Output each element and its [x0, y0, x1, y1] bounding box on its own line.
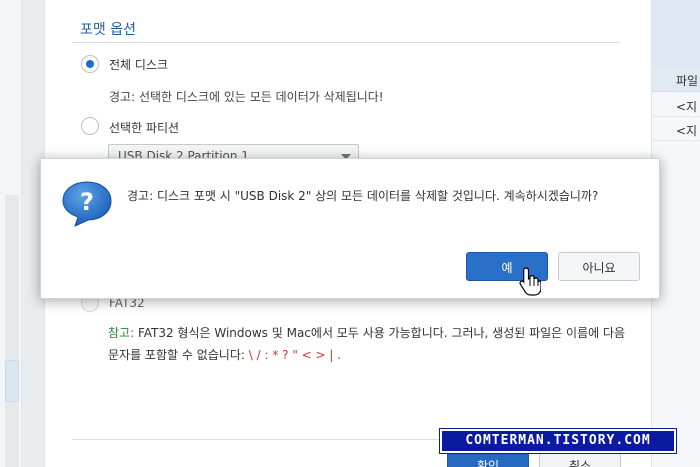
hand-cursor-icon: [519, 267, 541, 296]
forbidden-characters: \ / : * ? " < > | .: [248, 348, 342, 362]
svg-text:?: ?: [80, 188, 94, 216]
no-button[interactable]: 아니요: [558, 252, 640, 281]
full-disk-label[interactable]: 전체 디스크: [109, 56, 168, 73]
dialog-message: 경고: 디스크 포맷 시 "USB Disk 2" 상의 모든 데이터를 삭제할…: [127, 189, 599, 203]
full-disk-radio[interactable]: [81, 55, 99, 73]
question-icon: ?: [62, 181, 112, 227]
left-sidebar: [0, 0, 22, 467]
section-divider: [72, 42, 620, 43]
file-list-row[interactable]: <지: [652, 93, 700, 117]
file-list-row[interactable]: <지: [652, 117, 700, 141]
fat32-note: 참고: FAT32 형식은 Windows 및 Mac에서 모두 사용 가능합니…: [108, 322, 628, 366]
note-label: 참고:: [108, 326, 135, 340]
left-scrollbar[interactable]: [5, 195, 19, 467]
watermark-logo: COMTERMAN.TISTORY.COM: [439, 428, 677, 454]
file-column-header[interactable]: 파일: [652, 66, 700, 92]
left-scrollbar-thumb[interactable]: [5, 360, 19, 402]
ok-button[interactable]: 확인: [447, 452, 529, 467]
selected-partition-label[interactable]: 선택한 파티션: [109, 119, 179, 136]
format-options-title: 포맷 옵션: [80, 22, 136, 38]
confirm-format-dialog: ? 경고: 디스크 포맷 시 "USB Disk 2" 상의 모든 데이터를 삭…: [40, 158, 660, 299]
cancel-button[interactable]: 취소: [539, 452, 621, 467]
full-disk-warning: 경고: 선택한 디스크에 있는 모든 데이터가 삭제됩니다!: [109, 90, 384, 104]
selected-partition-radio[interactable]: [81, 117, 99, 135]
note-text: FAT32 형식은 Windows 및 Mac에서 모두 사용 가능합니다. 그…: [108, 326, 626, 362]
